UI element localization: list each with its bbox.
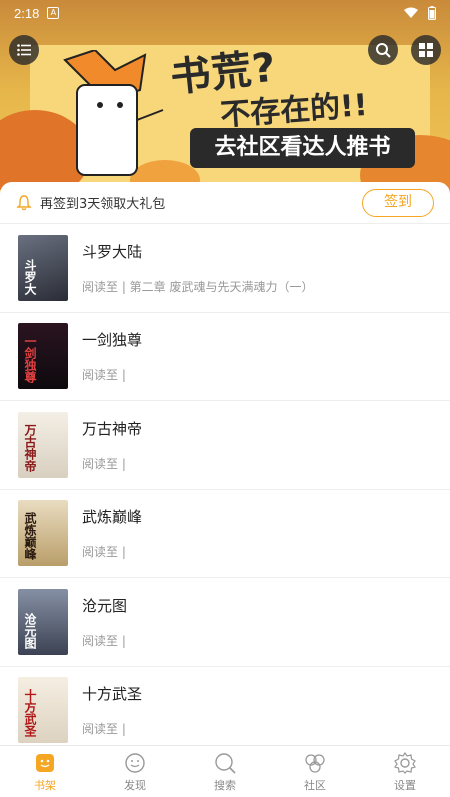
book-title: 斗罗大陆 <box>82 242 143 261</box>
book-title: 万古神帝 <box>82 419 143 438</box>
tab-label: 设置 <box>394 778 416 792</box>
book-cover: 沧元图 <box>18 588 68 655</box>
battery-icon <box>428 6 436 20</box>
settings-icon <box>393 751 417 775</box>
signin-bar: 再签到3天领取大礼包 签到 <box>0 182 450 224</box>
book-progress: 阅读至 | <box>82 456 126 471</box>
discover-icon <box>123 751 147 775</box>
book-title: 十方武圣 <box>82 685 143 704</box>
book-progress: 阅读至 | <box>82 368 126 383</box>
tab-label: 发现 <box>124 778 146 792</box>
book-item[interactable]: 万古神帝 万古神帝 阅读至 | <box>0 401 450 490</box>
search-icon <box>213 751 237 775</box>
status-bar: 2:18 A <box>0 0 450 26</box>
tab-settings[interactable]: 设置 <box>360 746 450 797</box>
book-item[interactable]: 一剑独尊 一剑独尊 阅读至 | <box>0 313 450 401</box>
menu-button[interactable] <box>9 35 39 65</box>
tab-search[interactable]: 搜索 <box>180 746 270 797</box>
book-progress: 阅读至 | <box>82 545 126 560</box>
grid-view-button[interactable] <box>411 35 441 65</box>
book-item[interactable]: 斗罗大 斗罗大陆 阅读至 | 第二章 废武魂与先天满魂力（一） <box>0 224 450 313</box>
signin-message: 再签到3天领取大礼包 <box>40 197 166 212</box>
book-title: 一剑独尊 <box>82 331 143 350</box>
status-a-badge: A <box>47 7 60 19</box>
tab-label: 社区 <box>304 778 326 792</box>
book-cover: 武炼巅峰 <box>18 500 68 567</box>
tab-label: 搜索 <box>214 778 236 792</box>
tab-label: 书架 <box>34 778 56 792</box>
tab-bookshelf[interactable]: 书架 <box>0 746 90 797</box>
tab-community[interactable]: 社区 <box>270 746 360 797</box>
book-item[interactable]: 沧元图 沧元图 阅读至 | <box>0 578 450 667</box>
book-cover: 斗罗大 <box>18 234 68 301</box>
book-cover: 一剑独尊 <box>18 323 68 390</box>
search-icon <box>376 43 391 58</box>
fox-mascot-icon <box>63 50 164 176</box>
bookshelf-sheet: 再签到3天领取大礼包 签到 斗罗大 斗罗大陆 阅读至 | 第二章 废武魂与先天满… <box>0 182 450 744</box>
book-progress: 阅读至 | 第二章 废武魂与先天满魂力（一） <box>82 279 314 294</box>
book-item[interactable]: 十方武圣 十方武圣 阅读至 | <box>0 667 450 745</box>
grid-icon <box>419 43 433 57</box>
book-cover: 十方武圣 <box>18 677 68 744</box>
book-item[interactable]: 武炼巅峰 武炼巅峰 阅读至 | <box>0 490 450 578</box>
book-title: 沧元图 <box>82 596 128 615</box>
bottom-tab-bar: 书架 发现 搜索 社区 设置 <box>0 745 450 797</box>
signin-button[interactable]: 签到 <box>362 188 434 217</box>
wifi-icon <box>404 7 418 18</box>
status-time: 2:18 <box>14 5 40 21</box>
tab-discover[interactable]: 发现 <box>90 746 180 797</box>
bell-icon <box>16 194 32 210</box>
book-list: 斗罗大 斗罗大陆 阅读至 | 第二章 废武魂与先天满魂力（一） 一剑独尊 一剑独… <box>0 224 450 744</box>
bookshelf-icon <box>33 751 57 775</box>
book-progress: 阅读至 | <box>82 633 126 648</box>
community-icon <box>303 751 327 775</box>
book-progress: 阅读至 | <box>82 722 126 737</box>
promo-banner[interactable]: 书荒? 不存在的!! 去社区看达人推书 <box>0 0 450 200</box>
banner-cta-button[interactable]: 去社区看达人推书 <box>190 128 415 168</box>
book-title: 武炼巅峰 <box>82 508 143 527</box>
search-button[interactable] <box>368 35 398 65</box>
book-cover: 万古神帝 <box>18 411 68 478</box>
menu-icon <box>17 44 31 56</box>
